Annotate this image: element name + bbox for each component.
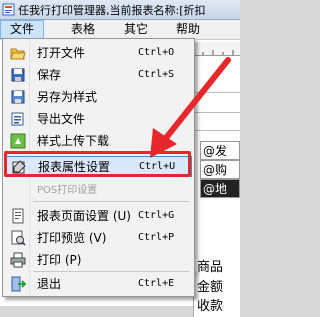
menu-item-label: 打开文件	[37, 46, 86, 60]
menu-table[interactable]: 表格	[63, 20, 103, 39]
menu-item-label: 另存为样式	[37, 90, 98, 104]
title-bar: 任我行打印管理器,当前报表名称:[折扣	[0, 0, 240, 20]
menu-item-shortcut: Ctrl+O	[138, 47, 175, 58]
menu-item-open-file[interactable]: 打开文件 Ctrl+O	[5, 42, 192, 63]
menu-item-shortcut: Ctrl+P	[138, 232, 175, 243]
menu-item-label: 打印 (P)	[37, 253, 82, 267]
menu-help[interactable]: 帮助	[168, 20, 208, 39]
report-label: 收款	[193, 297, 240, 317]
menu-item-label: 导出文件	[37, 112, 86, 126]
save-icon	[11, 68, 25, 81]
save-as-icon	[11, 90, 25, 103]
menu-item-save-as-style[interactable]: 另存为样式	[5, 86, 192, 107]
grid-line	[193, 130, 240, 131]
menu-item-label: POS打印设置	[37, 185, 98, 196]
menu-item-export[interactable]: 导出文件	[5, 108, 192, 129]
print-icon	[10, 252, 26, 267]
menu-item-style-upload-download[interactable]: 样式上传下载	[5, 130, 192, 151]
menu-item-label: 打印预览 (V)	[37, 231, 107, 245]
upload-download-icon	[10, 133, 26, 148]
report-label: 金额	[193, 278, 240, 298]
window-title: 任我行打印管理器,当前报表名称:[折扣	[18, 3, 206, 17]
menu-file[interactable]: 文件	[0, 20, 44, 39]
menu-item-label: 保存	[37, 68, 62, 82]
report-cell[interactable]: @购	[200, 160, 240, 179]
menu-item-pos-print-settings: POS打印设置	[5, 178, 192, 199]
menu-item-shortcut: Ctrl+G	[138, 210, 175, 221]
report-label: 商品	[193, 258, 240, 278]
menu-bar: 文件 表格 其它 帮助	[0, 20, 240, 40]
exit-icon	[11, 276, 26, 291]
menu-item-label: 报表页面设置 (U)	[37, 209, 131, 223]
annotation-highlight-box	[4, 151, 191, 177]
file-menu-dropdown-bottom: 退出 Ctrl+E	[2, 270, 195, 297]
folder-open-icon	[10, 48, 26, 59]
app-icon	[2, 3, 15, 16]
menu-item-print-preview[interactable]: 打印预览 (V) Ctrl+P	[5, 227, 192, 248]
menu-item-shortcut: Ctrl+E	[138, 278, 175, 289]
menu-separator	[33, 201, 189, 202]
menu-item-save[interactable]: 保存 Ctrl+S	[5, 64, 192, 85]
menu-item-shortcut: Ctrl+S	[138, 69, 175, 80]
menu-item-label: 退出	[37, 277, 62, 291]
menu-item-print[interactable]: 打印 (P)	[5, 249, 192, 270]
report-cell-selected[interactable]: @地	[200, 179, 240, 198]
export-icon	[11, 112, 24, 125]
print-preview-icon	[11, 230, 26, 246]
ruler	[190, 42, 240, 56]
report-cell[interactable]: @发	[200, 141, 240, 160]
grid-line	[193, 112, 240, 113]
menu-separator	[33, 271, 189, 272]
menu-item-page-setup[interactable]: 报表页面设置 (U) Ctrl+G	[5, 205, 192, 226]
menu-item-exit[interactable]: 退出 Ctrl+E	[5, 273, 192, 294]
page-setup-icon	[12, 208, 24, 223]
menu-item-label: 样式上传下载	[37, 134, 110, 148]
menu-other[interactable]: 其它	[116, 20, 156, 39]
grid-line	[193, 92, 240, 93]
